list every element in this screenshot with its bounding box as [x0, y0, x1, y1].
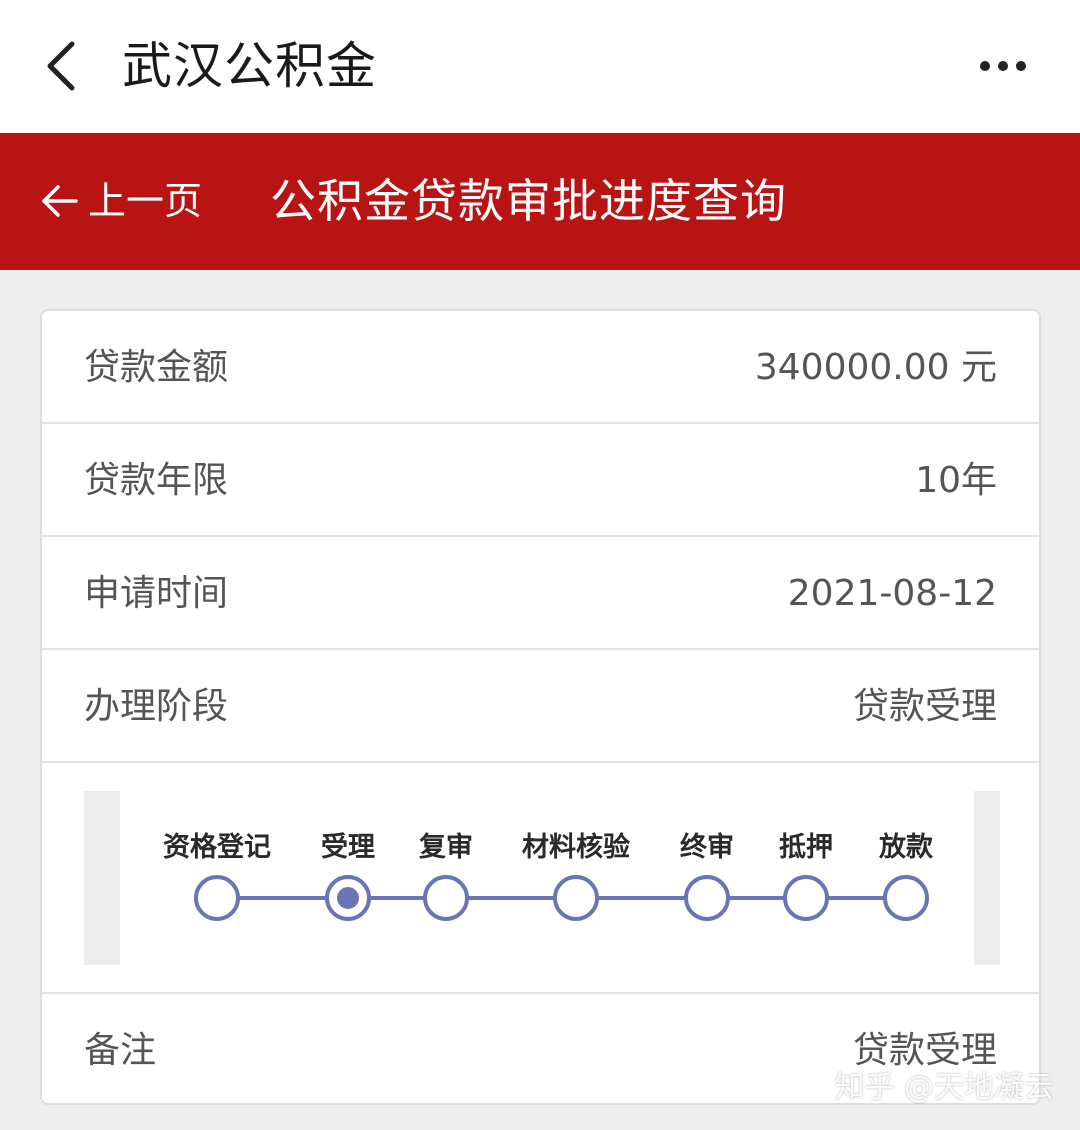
progress-step-label: 抵押 [779, 832, 833, 863]
detail-label: 申请时间 [84, 573, 229, 614]
progress-step-label: 终审 [680, 832, 734, 863]
page-title: 公积金贷款审批进度查询 [270, 174, 787, 228]
progress-step-label: 资格登记 [163, 832, 271, 863]
more-options-icon[interactable] [978, 56, 1028, 76]
progress-step-node [783, 875, 829, 921]
detail-label: 办理阶段 [84, 686, 229, 727]
detail-label: 贷款年限 [84, 460, 229, 501]
progress-step-node [883, 875, 929, 921]
progress-step-label: 材料核验 [522, 832, 630, 863]
detail-label: 贷款金额 [84, 347, 229, 388]
header-banner: 上一页 公积金贷款审批进度查询 [0, 133, 1080, 270]
progress-step-node [553, 875, 599, 921]
detail-row-apply-date: 申请时间 2021-08-12 [42, 537, 1039, 650]
progress-step-label: 复审 [419, 832, 473, 863]
progress-step-node [684, 875, 730, 921]
watermark: 知乎 @天地凝云 [834, 1070, 1054, 1105]
detail-row-stage: 办理阶段 贷款受理 [42, 650, 1039, 763]
progress-steps: 资格登记 受理 复审 材料核验 终审 抵押 放款 [84, 791, 1000, 965]
arrow-left-icon [42, 185, 78, 217]
progress-step-node-current [325, 875, 371, 921]
progress-section: 资格登记 受理 复审 材料核验 终审 抵押 放款 [42, 763, 1039, 994]
progress-tracker: 资格登记 受理 复审 材料核验 终审 抵押 放款 [84, 791, 1000, 965]
detail-value: 340000.00 元 [754, 347, 997, 388]
progress-step-label: 受理 [321, 832, 375, 863]
back-chevron-icon[interactable] [40, 38, 86, 94]
detail-value: 贷款受理 [852, 686, 997, 727]
detail-row-loan-term: 贷款年限 10年 [42, 424, 1039, 537]
detail-value: 10年 [915, 460, 997, 501]
progress-step-label: 放款 [879, 832, 933, 863]
previous-page-label: 上一页 [88, 179, 203, 223]
detail-row-loan-amount: 贷款金额 340000.00 元 [42, 311, 1039, 424]
previous-page-button[interactable]: 上一页 [40, 173, 202, 229]
app-bar: 武汉公积金 [0, 0, 1080, 133]
app-title: 武汉公积金 [122, 37, 377, 95]
progress-step-node [194, 875, 240, 921]
detail-value: 2021-08-12 [787, 573, 997, 614]
remark-label: 备注 [84, 1030, 157, 1071]
progress-step-node [423, 875, 469, 921]
loan-details-card: 贷款金额 340000.00 元 贷款年限 10年 申请时间 2021-08-1… [40, 309, 1041, 1105]
